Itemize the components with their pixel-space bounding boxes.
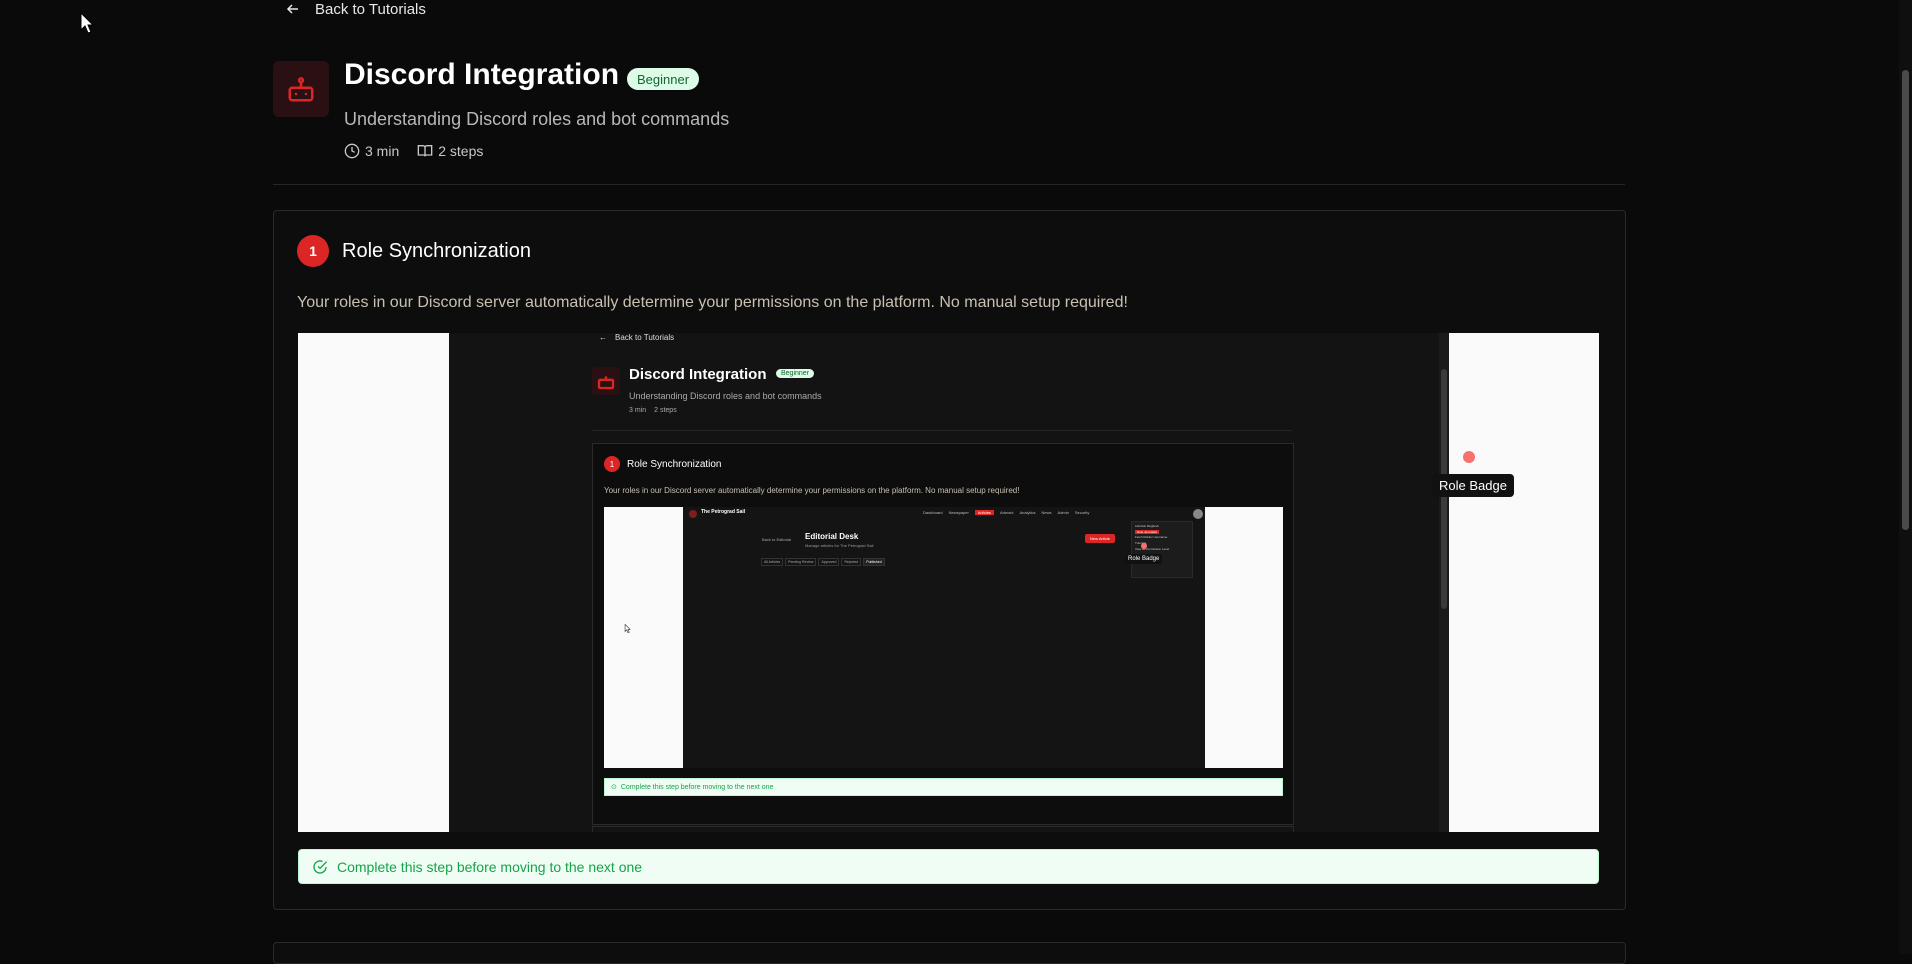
nested-tab: Approved <box>818 558 840 566</box>
tutorial-icon <box>273 61 329 117</box>
nested-title: Discord Integration <box>629 366 767 383</box>
page-scrollbar[interactable] <box>1899 0 1912 954</box>
nested-avatar <box>1193 509 1203 519</box>
mouse-cursor-icon <box>80 12 95 34</box>
nested-tab: Pending Review <box>785 558 817 566</box>
nested-menu-role: Role Journalist <box>1135 530 1159 534</box>
nested-subtitle: Understanding Discord roles and bot comm… <box>629 391 822 401</box>
duration-meta: 3 min <box>344 143 399 159</box>
nested-steps-count: 2 steps <box>654 407 677 414</box>
role-badge-hotspot[interactable] <box>1463 451 1475 463</box>
nested-page-title: Editorial Desk <box>805 532 859 541</box>
nested-next-card <box>592 826 1294 832</box>
page-scroll-thumb[interactable] <box>1902 70 1909 530</box>
nested-step-number: 1 <box>604 456 620 472</box>
page-subtitle: Understanding Discord roles and bot comm… <box>344 109 730 129</box>
nested-nav-item: Analytics <box>1019 510 1036 515</box>
step-number-badge: 1 <box>297 235 329 267</box>
nested-nav-item: Newspaper <box>948 510 969 515</box>
screenshot-scrollbar <box>1439 333 1449 832</box>
clock-icon <box>344 143 360 159</box>
nested-tabs: All Articles Pending Review Approved Rej… <box>761 558 885 566</box>
nested-nav-item-active: Articles <box>974 510 994 515</box>
complete-step-label: Complete this step before moving to the … <box>337 858 643 875</box>
nested-check-icon: ⊙ <box>611 784 617 791</box>
nested-bot-icon <box>592 367 620 395</box>
nested-nav-item: Dashboard <box>923 510 943 515</box>
nested-back-label: Back to Tutorials <box>615 333 675 342</box>
nested-user-menu: Lilimbek Mogilevb Role Journalist Fetch … <box>1131 521 1193 578</box>
nested-nav-item: Admin <box>1057 510 1069 515</box>
nested-nav-item: Artwork <box>999 510 1014 515</box>
nested-role-dot <box>1141 543 1147 549</box>
step-description: Your roles in our Discord server automat… <box>297 294 1128 311</box>
arrow-left-icon <box>286 4 298 14</box>
bot-icon <box>288 77 314 102</box>
nested-divider <box>592 430 1292 431</box>
nested-app-logo-icon <box>689 510 697 518</box>
step-title: Role Synchronization <box>342 240 531 262</box>
nested-badge: Beginner <box>776 369 815 378</box>
check-circle-icon <box>313 859 328 874</box>
tutorial-meta: 3 min 2 steps <box>344 141 483 161</box>
nested-step-title: Role Synchronization <box>627 459 722 470</box>
nested-screenshot-page: ← Back to Tutorials Discord Integration … <box>449 333 1448 832</box>
nested-tab-active: Published <box>863 558 885 566</box>
nested-back-link: ← Back to Tutorials <box>599 333 674 342</box>
nested-nav-item: Security <box>1074 510 1090 515</box>
nested-menu-user: Lilimbek Mogilevb <box>1135 524 1159 528</box>
nested-cursor-icon <box>624 624 631 634</box>
nested-complete-bar: ⊙ Complete this step before moving to th… <box>604 778 1283 796</box>
nested-new-article-button: New Article <box>1085 534 1116 543</box>
nested-app-page: The Petrograd Sail Dashboard Newspaper A… <box>683 507 1205 768</box>
page-title: Discord Integration <box>344 58 620 91</box>
nested-meta: 3 min 2 steps <box>629 407 677 414</box>
step-screenshot: ← Back to Tutorials Discord Integration … <box>298 333 1599 832</box>
next-step-card <box>273 942 1626 964</box>
nested-role-tooltip: Role Badge <box>1125 554 1163 564</box>
role-badge-tooltip: Role Badge <box>1432 474 1514 497</box>
nested-app-name: The Petrograd Sail <box>701 509 746 515</box>
steps-meta: 2 steps <box>417 143 483 159</box>
nested-duration: 3 min <box>629 407 647 414</box>
nested-nav-item: News <box>1041 510 1052 515</box>
nested-back-to-editorial: Back to Editorial <box>762 537 791 542</box>
nested-tab: Rejected <box>841 558 862 566</box>
back-link-label: Back to Tutorials <box>315 0 426 18</box>
nested-step-description: Your roles in our Discord server automat… <box>604 486 1020 495</box>
duration-label: 3 min <box>365 143 400 159</box>
nested-screenshot: The Petrograd Sail Dashboard Newspaper A… <box>604 507 1283 768</box>
book-open-icon <box>417 145 433 157</box>
nested-tab: All Articles <box>761 558 784 566</box>
level-badge: Beginner <box>627 68 700 90</box>
nested-page-subtitle: Manage articles for The Petrograd Sail <box>805 543 874 548</box>
nested-app-nav: Dashboard Newspaper Articles Artwork Ana… <box>923 510 1089 515</box>
nested-arrow-left-icon: ← <box>599 333 607 342</box>
steps-count-label: 2 steps <box>438 143 484 159</box>
back-to-tutorials-link[interactable]: Back to Tutorials <box>285 0 426 18</box>
nested-complete-label: Complete this step before moving to the … <box>620 783 774 791</box>
complete-step-notice: Complete this step before moving to the … <box>298 849 1599 884</box>
header-divider <box>273 184 1625 185</box>
